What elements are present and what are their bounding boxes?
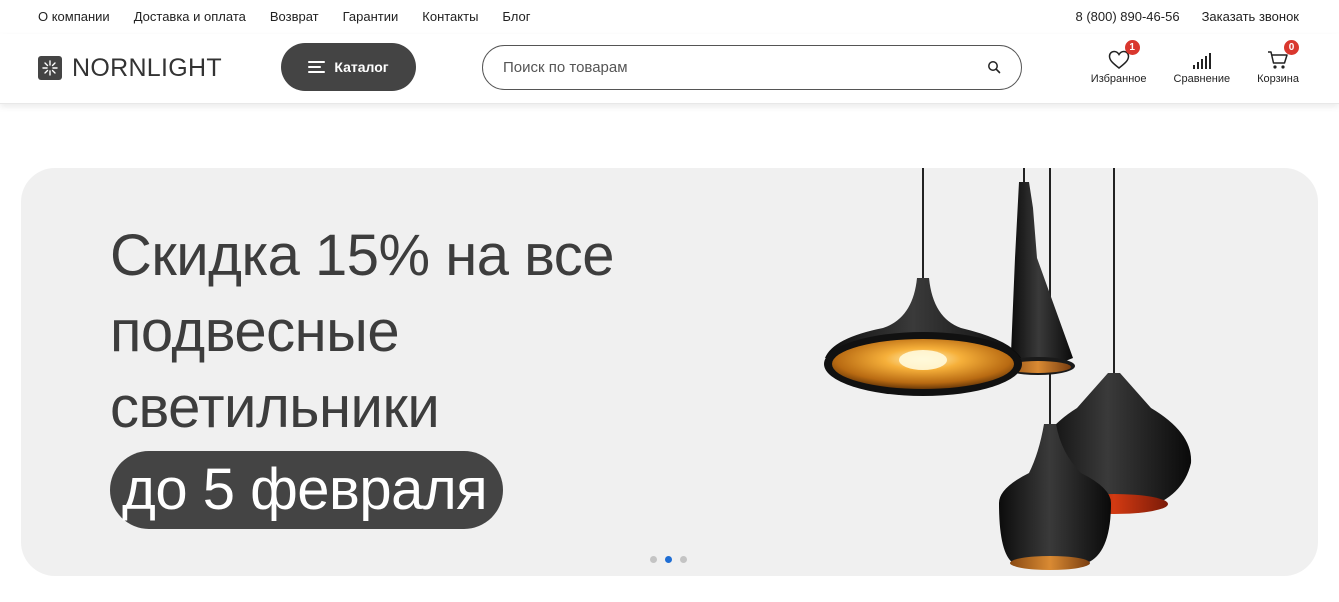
bar-chart-icon <box>1192 53 1211 69</box>
callback-link[interactable]: Заказать звонок <box>1202 9 1299 24</box>
logo-text: NORNLIGHT <box>72 54 222 82</box>
nav-link-delivery[interactable]: Доставка и оплата <box>134 9 246 24</box>
slider-dot-2[interactable] <box>665 556 672 563</box>
nav-link-warranty[interactable]: Гарантии <box>343 9 399 24</box>
nav-link-blog[interactable]: Блог <box>502 9 530 24</box>
search-input[interactable] <box>503 46 973 89</box>
favorites-count-badge: 1 <box>1124 40 1140 55</box>
cart-button[interactable]: 0 Корзина <box>1257 40 1300 85</box>
banner-headline: Скидка 15% на все подвесные светильники <box>110 218 615 446</box>
catalog-label: Каталог <box>334 59 389 75</box>
top-bar: О компании Доставка и оплата Возврат Гар… <box>0 0 1339 34</box>
promo-banner[interactable]: Скидка 15% на все подвесные светильники … <box>21 168 1318 576</box>
top-nav: О компании Доставка и оплата Возврат Гар… <box>38 9 531 24</box>
heart-icon <box>1108 50 1129 69</box>
pendant-lamps-image <box>824 168 1192 570</box>
logo[interactable]: NORNLIGHT <box>38 54 222 82</box>
logo-icon <box>38 56 62 80</box>
cart-label: Корзина <box>1257 73 1299 85</box>
slider-pagination <box>650 556 687 563</box>
banner-date-highlight: до 5 февраля <box>110 451 504 529</box>
compare-button[interactable]: Сравнение <box>1173 44 1231 85</box>
search-icon[interactable] <box>987 60 1001 79</box>
nav-link-returns[interactable]: Возврат <box>270 9 319 24</box>
slider-dot-3[interactable] <box>680 556 687 563</box>
compare-label: Сравнение <box>1173 73 1231 85</box>
top-right: 8 (800) 890-46-56 Заказать звонок <box>1075 9 1299 24</box>
cart-count-badge: 0 <box>1284 40 1300 55</box>
favorites-label: Избранное <box>1090 73 1147 85</box>
nav-link-contacts[interactable]: Контакты <box>422 9 478 24</box>
menu-icon <box>308 60 326 74</box>
header-actions: 1 Избранное Сравнение 0 Корзина <box>1090 40 1300 85</box>
slider-dot-1[interactable] <box>650 556 657 563</box>
banner-line-3: светильники <box>110 375 440 440</box>
banner-line-1: Скидка 15% на все <box>110 223 615 288</box>
nav-link-about[interactable]: О компании <box>38 9 110 24</box>
favorites-button[interactable]: 1 Избранное <box>1090 40 1147 85</box>
catalog-button[interactable]: Каталог <box>281 43 416 91</box>
search-box <box>482 45 1022 90</box>
banner-line-2: подвесные <box>110 299 400 364</box>
main-header: NORNLIGHT Каталог 1 Избранное Сравнение <box>0 34 1339 104</box>
phone-link[interactable]: 8 (800) 890-46-56 <box>1075 9 1179 24</box>
